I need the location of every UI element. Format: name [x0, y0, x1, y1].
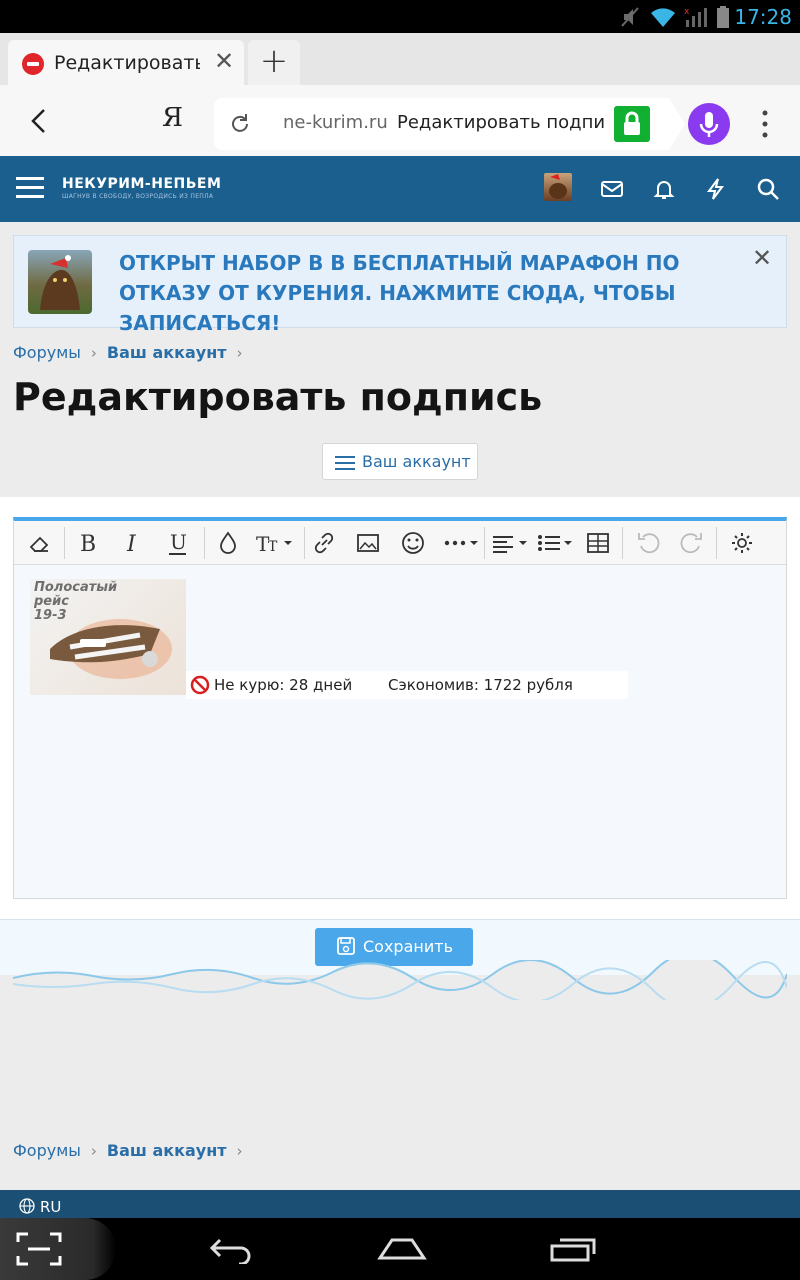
back-arrow-icon[interactable] — [26, 107, 54, 135]
url-page-title: Редактировать подпис — [397, 112, 605, 133]
logo-text: НЕКУРИМ-НЕПЬЕМ — [62, 176, 222, 192]
undo-icon[interactable] — [634, 529, 662, 557]
yandex-logo-icon[interactable]: Я — [162, 103, 183, 133]
dismiss-notice-icon[interactable]: ✕ — [750, 246, 774, 270]
reload-icon[interactable] — [228, 112, 252, 136]
scan-frame-icon — [16, 1232, 62, 1266]
breadcrumb-account[interactable]: Ваш аккаунт — [107, 1141, 227, 1160]
signal-icon: x — [684, 7, 707, 27]
gear-icon[interactable] — [728, 529, 756, 557]
svg-text:x: x — [684, 7, 690, 17]
underline-icon[interactable]: U — [164, 529, 192, 557]
notice-text[interactable]: ОТКРЫТ НАБОР В В БЕСПЛАТНЫЙ МАРАФОН ПО О… — [119, 248, 744, 338]
font-size-icon[interactable]: TT — [256, 529, 296, 557]
editor-content-area[interactable]: Полосатый рейс 19-3 Не курю: 28 дней Сэкон… — [14, 565, 786, 899]
marathon-notice[interactable]: ОТКРЫТ НАБОР В В БЕСПЛАТНЫЙ МАРАФОН ПО О… — [13, 235, 787, 335]
svg-text:B: B — [80, 532, 96, 557]
chevron-right-icon: › — [90, 1142, 97, 1160]
image-icon[interactable] — [354, 529, 382, 557]
back-nav-icon[interactable] — [208, 1234, 254, 1264]
menu-kebab-icon[interactable] — [756, 109, 774, 139]
scan-button[interactable] — [0, 1218, 116, 1280]
breadcrumb-forums[interactable]: Форумы — [13, 1141, 81, 1160]
breadcrumb-account[interactable]: Ваш аккаунт — [107, 343, 227, 362]
search-icon[interactable] — [756, 177, 780, 201]
save-button-label: Сохранить — [363, 937, 453, 956]
not-smoking-text: Не курю: 28 дней — [214, 676, 353, 694]
logo-tagline: ШАГНУВ В СВОБОДУ, ВОЗРОДИСЬ ИЗ ПЕПЛА — [62, 193, 214, 200]
redo-icon[interactable] — [678, 529, 706, 557]
site-logo[interactable]: НЕКУРИМ-НЕПЬЕМ ШАГНУВ В СВОБОДУ, ВОЗРОДИ… — [62, 176, 221, 200]
notice-image — [28, 250, 92, 314]
home-nav-icon[interactable] — [376, 1234, 428, 1264]
smiley-icon[interactable] — [399, 529, 427, 557]
site-favicon-icon — [22, 53, 44, 75]
tab-title: Редактировать подпись — [54, 52, 200, 74]
list-menu-icon — [335, 456, 355, 470]
lightning-icon[interactable] — [704, 177, 728, 201]
user-avatar[interactable] — [544, 173, 572, 201]
account-menu-button[interactable]: Ваш аккаунт — [322, 443, 478, 480]
inbox-envelope-icon[interactable] — [600, 177, 624, 201]
lock-icon[interactable] — [614, 106, 650, 142]
clock: 17:28 — [734, 5, 792, 29]
torn-paper-divider — [13, 960, 787, 1000]
site-footer: RU — [0, 1190, 800, 1218]
signature-form: B I U TT Полосатый рейс 19-3 Не курю: 28… — [0, 497, 800, 919]
banner-caption: Полосатый рейс 19-3 — [34, 580, 118, 623]
new-tab-button[interactable]: + — [248, 40, 300, 85]
signature-banner-image: Полосатый рейс 19-3 — [30, 579, 186, 695]
svg-text:U: U — [170, 530, 187, 554]
save-icon — [337, 937, 355, 955]
battery-icon — [717, 6, 729, 28]
account-button-label: Ваш аккаунт — [362, 452, 471, 471]
android-nav-bar — [0, 1218, 800, 1280]
eraser-icon[interactable] — [26, 529, 54, 557]
bell-icon[interactable] — [652, 177, 676, 201]
bold-icon[interactable]: B — [74, 529, 102, 557]
text-color-drop-icon[interactable] — [214, 529, 242, 557]
hamburger-menu-icon[interactable] — [16, 175, 44, 201]
wifi-icon — [651, 8, 675, 27]
money-saved-text: Сэкономив: 1722 рубля — [388, 676, 573, 694]
chevron-right-icon: › — [236, 344, 243, 362]
no-smoking-icon — [190, 675, 210, 695]
breadcrumb-forums[interactable]: Форумы — [13, 343, 81, 362]
mute-icon — [621, 7, 639, 27]
address-bar[interactable]: ne-kurim.ru Редактировать подпис — [214, 98, 685, 150]
recents-nav-icon[interactable] — [548, 1234, 598, 1264]
signature-stats-line: Не курю: 28 дней Сэкономив: 1722 рубля — [186, 671, 628, 699]
list-icon[interactable] — [536, 529, 576, 557]
close-tab-icon[interactable]: ✕ — [212, 49, 236, 73]
url-domain: ne-kurim.ru — [283, 112, 388, 133]
italic-icon[interactable]: I — [119, 529, 147, 557]
chevron-right-icon: › — [90, 344, 97, 362]
editor-toolbar: B I U TT — [14, 521, 786, 565]
browser-toolbar: Я ne-kurim.ru Редактировать подпис — [0, 85, 800, 156]
chevron-right-icon: › — [236, 1142, 243, 1160]
signature-editor: B I U TT Полосатый рейс 19-3 Не курю: 28… — [13, 517, 787, 899]
page-title: Редактировать подпись — [13, 375, 543, 419]
microphone-icon[interactable] — [688, 103, 730, 145]
breadcrumb: Форумы › Ваш аккаунт › — [13, 343, 253, 365]
site-header: НЕКУРИМ-НЕПЬЕМ ШАГНУВ В СВОБОДУ, ВОЗРОДИ… — [0, 156, 800, 222]
globe-icon[interactable] — [19, 1198, 35, 1214]
align-left-icon[interactable] — [491, 529, 531, 557]
browser-tab[interactable]: Редактировать подпись ✕ — [8, 40, 244, 85]
table-icon[interactable] — [584, 529, 612, 557]
link-icon[interactable] — [310, 529, 338, 557]
language-selector[interactable]: RU — [40, 1198, 61, 1216]
browser-tab-strip: Редактировать подпись ✕ + — [0, 33, 800, 85]
breadcrumb-bottom: Форумы › Ваш аккаунт › — [13, 1141, 253, 1163]
svg-text:I: I — [126, 532, 137, 557]
status-bar: x 17:28 — [0, 0, 800, 33]
more-options-icon[interactable] — [442, 529, 482, 557]
svg-text:T: T — [268, 539, 278, 555]
